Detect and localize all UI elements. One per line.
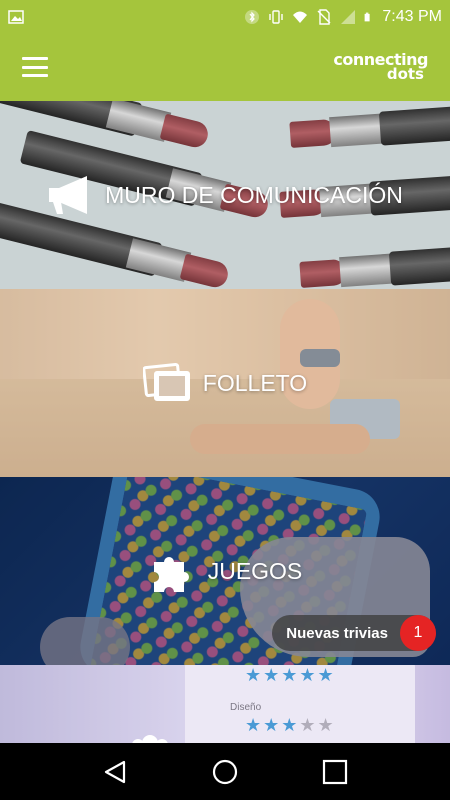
back-button[interactable] (95, 752, 135, 792)
tile-label-folleto: FOLLETO (142, 362, 307, 404)
battery-icon (365, 12, 371, 21)
no-sim-icon (317, 8, 331, 25)
new-trivia-notification[interactable]: Nuevas trivias 1 (272, 615, 436, 651)
navigation-bar (0, 743, 450, 800)
wifi-icon (293, 11, 308, 23)
app-bar: connecting dots (0, 33, 450, 101)
puzzle-icon (153, 557, 189, 592)
notification-count-badge: 1 (400, 615, 436, 651)
menu-icon[interactable] (22, 57, 48, 77)
tile-muro-comunicacion[interactable]: MURO DE COMUNICACIÓN (0, 101, 450, 289)
home-icon (212, 759, 238, 784)
tile-group[interactable]: ★★★★★ Diseño ★★★★★ (0, 665, 450, 743)
notification-text: Nuevas trivias (286, 624, 388, 642)
brand-logo: connecting dots (333, 52, 428, 83)
group-icon (132, 735, 168, 743)
recents-icon (322, 759, 348, 784)
clock: 7:43 PM (382, 7, 442, 25)
bluetooth-icon (245, 9, 260, 24)
home-button[interactable] (205, 752, 245, 792)
vibrate-icon (269, 9, 284, 24)
brand-line2: dots (386, 65, 424, 83)
tile-label-juegos: JUEGOS (148, 548, 302, 594)
tile-label-muro: MURO DE COMUNICACIÓN (47, 174, 403, 216)
signal-icon (341, 9, 356, 24)
photos-icon (142, 362, 190, 401)
back-icon (104, 760, 126, 783)
status-bar: 7:43 PM (0, 0, 450, 33)
megaphone-icon (49, 176, 88, 214)
tile-folleto[interactable]: FOLLETO (0, 289, 450, 477)
recents-button[interactable] (315, 752, 355, 792)
image-icon (8, 9, 24, 24)
